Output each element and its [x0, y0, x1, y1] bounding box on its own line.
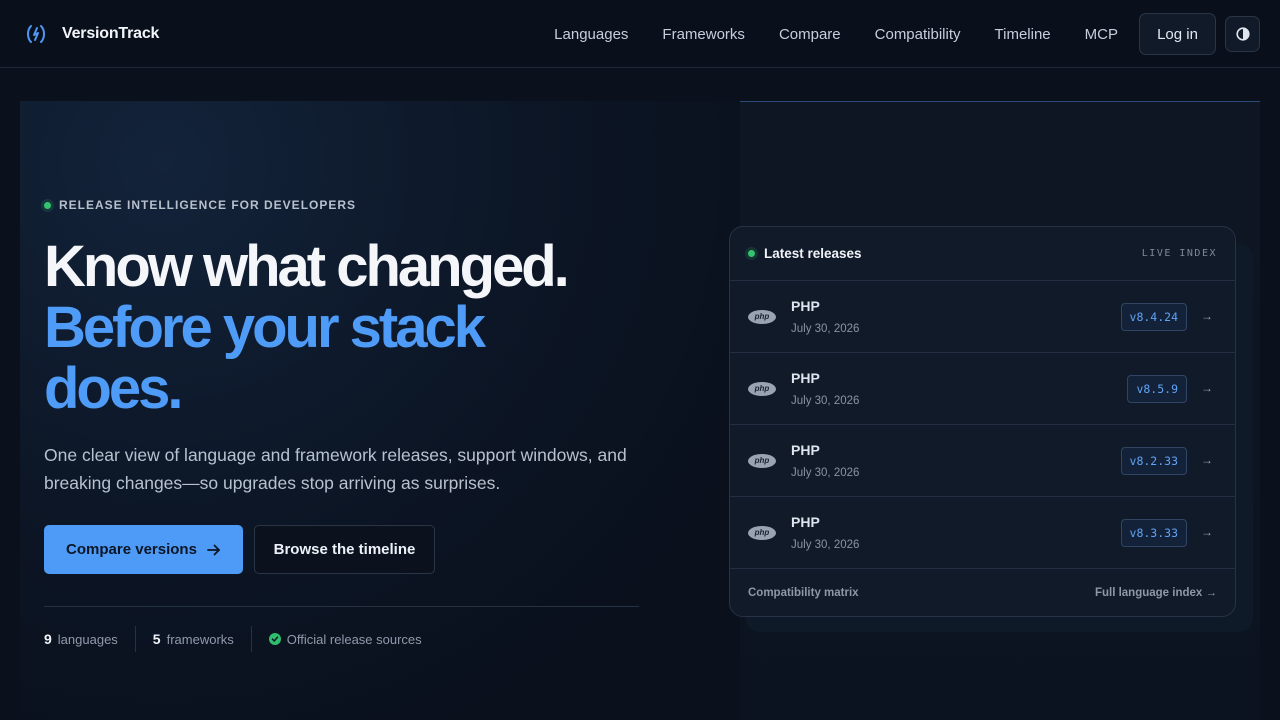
- release-name: PHP: [791, 514, 820, 530]
- release-row[interactable]: php PHP July 30, 2026 v8.3.33 →: [730, 497, 1235, 569]
- nav-compare[interactable]: Compare: [779, 26, 841, 43]
- php-logo-icon: php: [748, 525, 776, 540]
- nav-mcp[interactable]: MCP: [1085, 26, 1118, 43]
- php-logo-icon: php: [748, 309, 776, 324]
- release-info: PHP July 30, 2026: [791, 298, 859, 335]
- version-badge: v8.4.24: [1120, 303, 1187, 331]
- card-header: Latest releases LIVE INDEX: [730, 227, 1235, 281]
- release-row[interactable]: php PHP July 30, 2026 v8.4.24 →: [730, 281, 1235, 353]
- card-title: Latest releases: [764, 246, 862, 261]
- release-date: July 30, 2026: [791, 467, 860, 479]
- version-badge: v8.2.33: [1120, 447, 1187, 475]
- hero-headline: Know what changed. Before your stack doe…: [44, 236, 684, 419]
- stat-languages-count: 9: [44, 631, 52, 647]
- card-title-wrap: Latest releases: [748, 246, 862, 261]
- php-logo-text: php: [754, 528, 770, 537]
- release-row[interactable]: php PHP July 30, 2026 v8.5.9 →: [730, 353, 1235, 425]
- release-info: PHP July 30, 2026: [791, 514, 859, 551]
- stat-languages: 9 languages: [44, 631, 135, 647]
- contrast-icon: [1235, 27, 1250, 41]
- nav-languages[interactable]: Languages: [554, 26, 628, 43]
- arrow-right-icon: →: [1201, 525, 1213, 539]
- stat-separator: [134, 626, 136, 652]
- theme-toggle-button[interactable]: [1225, 16, 1260, 52]
- lightning-bracket-logo-icon: [27, 25, 45, 43]
- php-logo-text: php: [754, 312, 770, 321]
- release-date: July 30, 2026: [791, 395, 860, 407]
- stat-separator: [250, 626, 252, 652]
- status-dot-icon: [44, 201, 51, 209]
- php-logo-text: php: [754, 384, 770, 393]
- release-row[interactable]: php PHP July 30, 2026 v8.2.33 →: [730, 425, 1235, 497]
- nav-frameworks[interactable]: Frameworks: [662, 26, 745, 43]
- version-badge: v8.3.33: [1120, 519, 1187, 547]
- nav-timeline[interactable]: Timeline: [995, 26, 1051, 43]
- stat-sources-label: Official release sources: [286, 631, 422, 647]
- release-name: PHP: [791, 442, 820, 458]
- stat-frameworks-label: frameworks: [166, 631, 234, 647]
- compare-versions-label: Compare versions: [66, 541, 197, 558]
- release-name: PHP: [791, 370, 820, 386]
- version-badge: v8.5.9: [1127, 375, 1187, 403]
- main-nav: Languages Frameworks Compare Compatibili…: [554, 0, 1118, 68]
- stat-frameworks: 5 frameworks: [153, 631, 251, 647]
- arrow-right-icon: [207, 544, 220, 555]
- browse-timeline-button[interactable]: Browse the timeline: [254, 525, 435, 574]
- headline-line-1: Know what changed.: [44, 234, 570, 299]
- release-date: July 30, 2026: [791, 323, 860, 335]
- hero-eyebrow: RELEASE INTELLIGENCE FOR DEVELOPERS: [44, 198, 356, 212]
- headline-line-2: Before your stack: [44, 295, 486, 360]
- brand-name: VersionTrack: [62, 25, 160, 42]
- headline-line-3: does.: [44, 356, 184, 421]
- live-index-badge: LIVE INDEX: [1141, 248, 1217, 259]
- php-logo-icon: php: [748, 381, 776, 396]
- latest-releases-card: Latest releases LIVE INDEX php PHP July …: [729, 226, 1236, 617]
- check-circle-icon: [268, 633, 281, 645]
- compatibility-matrix-link[interactable]: Compatibility matrix: [748, 587, 859, 599]
- stat-frameworks-count: 5: [152, 631, 161, 647]
- release-name: PHP: [791, 298, 820, 314]
- live-dot-icon: [748, 250, 755, 257]
- stat-languages-label: languages: [57, 631, 118, 647]
- brand[interactable]: VersionTrack: [24, 22, 159, 46]
- release-info: PHP July 30, 2026: [791, 442, 859, 479]
- release-date: July 30, 2026: [791, 539, 860, 551]
- php-logo-text: php: [754, 456, 770, 465]
- nav-compatibility[interactable]: Compatibility: [875, 26, 961, 43]
- arrow-right-icon: →: [1201, 381, 1213, 395]
- hero-subcopy: One clear view of language and framework…: [44, 445, 627, 493]
- release-info: PHP July 30, 2026: [791, 370, 859, 407]
- hero-divider: [44, 606, 639, 607]
- card-footer: Compatibility matrix Full language index…: [730, 569, 1235, 616]
- login-button[interactable]: Log in: [1139, 13, 1216, 55]
- hero-stats: 9 languages 5 frameworks Official releas…: [44, 626, 439, 652]
- compare-versions-button[interactable]: Compare versions: [44, 525, 243, 574]
- stat-sources: Official release sources: [268, 631, 439, 647]
- php-logo-icon: php: [748, 453, 776, 468]
- eyebrow-text: RELEASE INTELLIGENCE FOR DEVELOPERS: [59, 198, 357, 212]
- top-navigation: VersionTrack Languages Frameworks Compar…: [0, 0, 1280, 68]
- arrow-right-icon: →: [1201, 309, 1213, 323]
- full-language-index-link[interactable]: Full language index →: [1095, 587, 1217, 599]
- arrow-right-icon: →: [1201, 453, 1213, 467]
